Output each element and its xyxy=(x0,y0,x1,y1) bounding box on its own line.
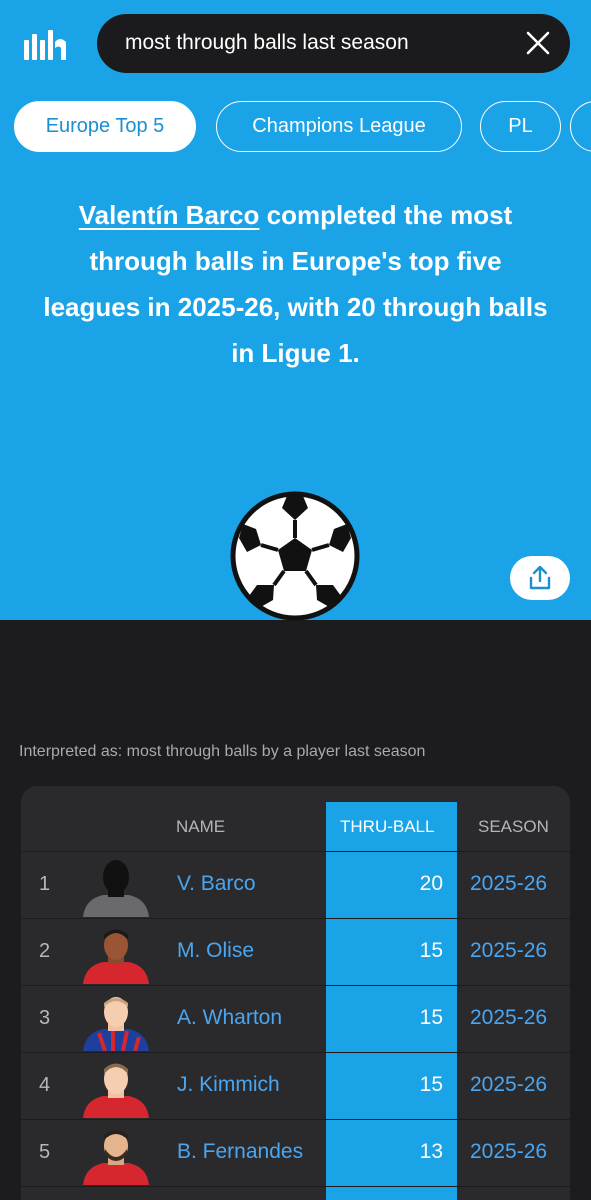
row-divider xyxy=(21,851,570,852)
season-link[interactable]: 2025-26 xyxy=(470,872,547,896)
table-row[interactable]: 1 V. Barco 20 2025-26 xyxy=(21,851,570,918)
table-row[interactable]: 5 B. Fernandes 13 2025-26 xyxy=(21,1119,570,1186)
answer-headline: Valentín Barco completed the most throug… xyxy=(40,192,551,376)
column-header-season[interactable]: SEASON xyxy=(478,817,549,837)
thru-ball-value: 20 xyxy=(419,872,443,895)
season-link[interactable]: 2025-26 xyxy=(470,1140,547,1164)
table-row[interactable]: 3 A. Wharton 15 2025-26 xyxy=(21,985,570,1052)
column-header-name[interactable]: NAME xyxy=(176,817,225,837)
rank: 1 xyxy=(39,873,51,895)
thru-ball-value: 15 xyxy=(419,1073,443,1096)
player-avatar[interactable] xyxy=(79,926,153,984)
rank: 5 xyxy=(39,1141,51,1163)
player-name-link[interactable]: B. Fernandes xyxy=(177,1140,303,1164)
close-icon xyxy=(526,31,550,55)
league-filter-chips: Europe Top 5 Champions League PL xyxy=(14,101,591,153)
search-input[interactable]: most through balls last season xyxy=(125,31,409,55)
answer-hero: most through balls last season Europe To… xyxy=(0,0,591,621)
thru-ball-value: 15 xyxy=(419,1006,443,1029)
share-button[interactable] xyxy=(510,556,570,600)
rank: 3 xyxy=(39,1007,51,1029)
table-row[interactable]: 2 M. Olise 15 2025-26 xyxy=(21,918,570,985)
chip-pl[interactable]: PL xyxy=(480,101,561,152)
results-table: NAME THRU-BALL SEASON 1 V. Barco 20 2025… xyxy=(21,786,570,1200)
thru-ball-value: 13 xyxy=(419,1140,443,1163)
season-link[interactable]: 2025-26 xyxy=(470,939,547,963)
player-link[interactable]: Valentín Barco xyxy=(79,200,260,230)
thru-ball-value: 15 xyxy=(419,939,443,962)
table-row[interactable] xyxy=(21,1186,570,1200)
search-bar[interactable]: most through balls last season xyxy=(97,14,570,73)
season-link[interactable]: 2025-26 xyxy=(470,1006,547,1030)
statmuse-logo[interactable] xyxy=(22,28,72,62)
player-avatar[interactable] xyxy=(79,1060,153,1118)
player-name-link[interactable]: J. Kimmich xyxy=(177,1073,280,1097)
row-divider xyxy=(21,1052,570,1053)
table-row[interactable]: 4 J. Kimmich 15 2025-26 xyxy=(21,1052,570,1119)
player-avatar[interactable] xyxy=(79,1127,153,1185)
player-name-link[interactable]: V. Barco xyxy=(177,872,256,896)
chip-champions-league[interactable]: Champions League xyxy=(216,101,462,152)
clear-search-button[interactable] xyxy=(522,27,554,59)
row-divider xyxy=(21,1186,570,1187)
season-link[interactable]: 2025-26 xyxy=(470,1073,547,1097)
soccer-ball-icon xyxy=(230,491,360,621)
player-avatar[interactable] xyxy=(79,859,153,917)
player-name-link[interactable]: A. Wharton xyxy=(177,1006,282,1030)
chip-europe-top-5[interactable]: Europe Top 5 xyxy=(14,101,196,152)
interpreted-query: Interpreted as: most through balls by a … xyxy=(19,743,426,760)
player-avatar[interactable] xyxy=(79,993,153,1051)
column-header-thru-ball[interactable]: THRU-BALL xyxy=(340,817,434,837)
rank: 2 xyxy=(39,940,51,962)
chip-more[interactable] xyxy=(570,101,591,152)
player-name-link[interactable]: M. Olise xyxy=(177,939,254,963)
share-icon xyxy=(529,565,551,590)
row-divider xyxy=(21,1119,570,1120)
rank: 4 xyxy=(39,1074,51,1096)
row-divider xyxy=(21,985,570,986)
row-divider xyxy=(21,918,570,919)
